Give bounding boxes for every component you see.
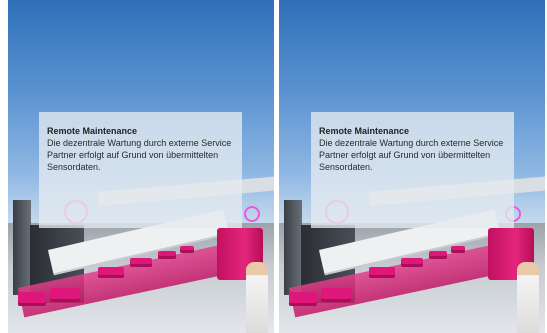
- gaze-target-ring[interactable]: [244, 206, 260, 222]
- product-box: [18, 292, 46, 306]
- product-box: [180, 246, 194, 253]
- robot-arm: [13, 200, 31, 295]
- info-panel: Remote Maintenance Die dezentrale Wartun…: [311, 112, 514, 228]
- product-box: [369, 267, 395, 278]
- panel-body: Die dezentrale Wartung durch externe Ser…: [319, 138, 504, 172]
- info-panel: Remote Maintenance Die dezentrale Wartun…: [39, 112, 242, 228]
- robot-arm: [284, 200, 302, 295]
- product-box: [98, 267, 124, 278]
- vr-stereo-view: Remote Maintenance Die dezentrale Wartun…: [0, 0, 547, 333]
- worker-figure: [517, 262, 539, 333]
- panel-body: Die dezentrale Wartung durch externe Ser…: [47, 138, 232, 172]
- product-box: [158, 251, 176, 259]
- panel-title: Remote Maintenance: [47, 126, 138, 136]
- product-box: [130, 258, 152, 267]
- product-box: [289, 292, 317, 306]
- product-box: [429, 251, 447, 259]
- right-eye-viewport: Remote Maintenance Die dezentrale Wartun…: [279, 0, 545, 333]
- product-box: [401, 258, 423, 267]
- product-box: [451, 246, 465, 253]
- product-box: [50, 288, 80, 302]
- product-box: [321, 288, 351, 302]
- worker-figure: [246, 262, 268, 333]
- panel-title: Remote Maintenance: [319, 126, 410, 136]
- left-eye-viewport: Remote Maintenance Die dezentrale Wartun…: [8, 0, 274, 333]
